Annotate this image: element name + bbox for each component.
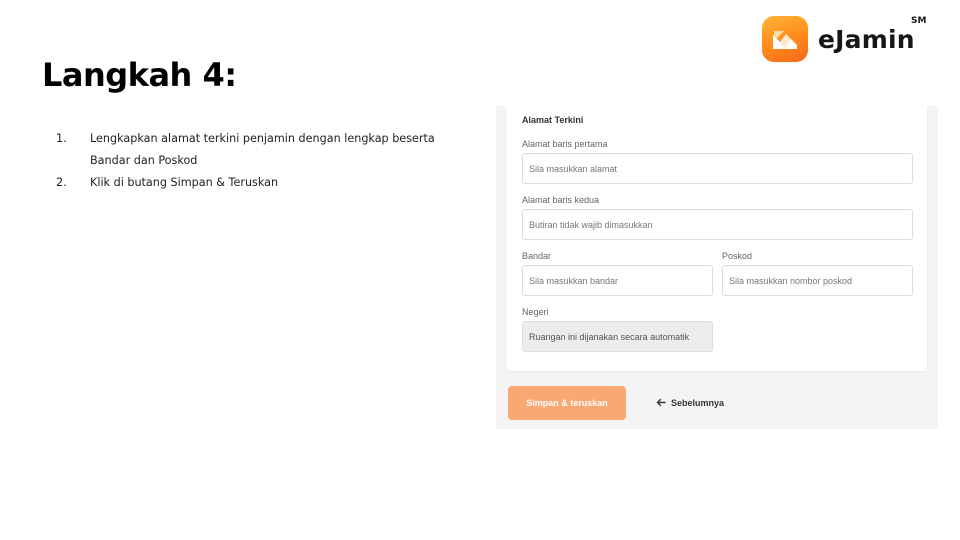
address-form-card: Alamat Terkini Alamat baris pertama Alam…	[506, 106, 927, 371]
state-input	[522, 321, 713, 352]
section-title: Alamat Terkini	[522, 115, 584, 125]
save-continue-button[interactable]: Simpan & teruskan	[508, 386, 626, 420]
back-label: Sebelumnya	[671, 398, 725, 408]
address2-input[interactable]	[522, 209, 913, 240]
step-number: 1.	[56, 132, 67, 145]
city-label: Bandar	[522, 251, 552, 261]
form-screenshot: Alamat Terkini Alamat baris pertama Alam…	[496, 106, 938, 429]
address1-label: Alamat baris pertama	[522, 139, 608, 149]
brand-name: eJamin	[818, 24, 915, 54]
postcode-input[interactable]	[722, 265, 913, 296]
step-text: Lengkapkan alamat terkini penjamin denga…	[90, 132, 435, 167]
service-mark: SM	[911, 16, 927, 26]
step-number: 2.	[56, 176, 67, 189]
instruction-list: 1. Lengkapkan alamat terkini penjamin de…	[56, 128, 476, 194]
step-text: Klik di butang Simpan & Teruskan	[90, 176, 279, 189]
postcode-label: Poskod	[722, 251, 753, 261]
mountain-icon	[762, 16, 808, 62]
instruction-step: 2. Klik di butang Simpan & Teruskan	[56, 172, 476, 194]
back-link[interactable]: Sebelumnya	[656, 394, 724, 412]
arrow-left-icon	[656, 398, 666, 409]
address1-input[interactable]	[522, 153, 913, 184]
instruction-step: 1. Lengkapkan alamat terkini penjamin de…	[56, 128, 476, 172]
brand-logo: eJamin SM	[762, 14, 926, 64]
city-input[interactable]	[522, 265, 713, 296]
address2-label: Alamat baris kedua	[522, 195, 600, 205]
slide-title: Langkah 4:	[42, 56, 237, 94]
state-label: Negeri	[522, 307, 549, 317]
